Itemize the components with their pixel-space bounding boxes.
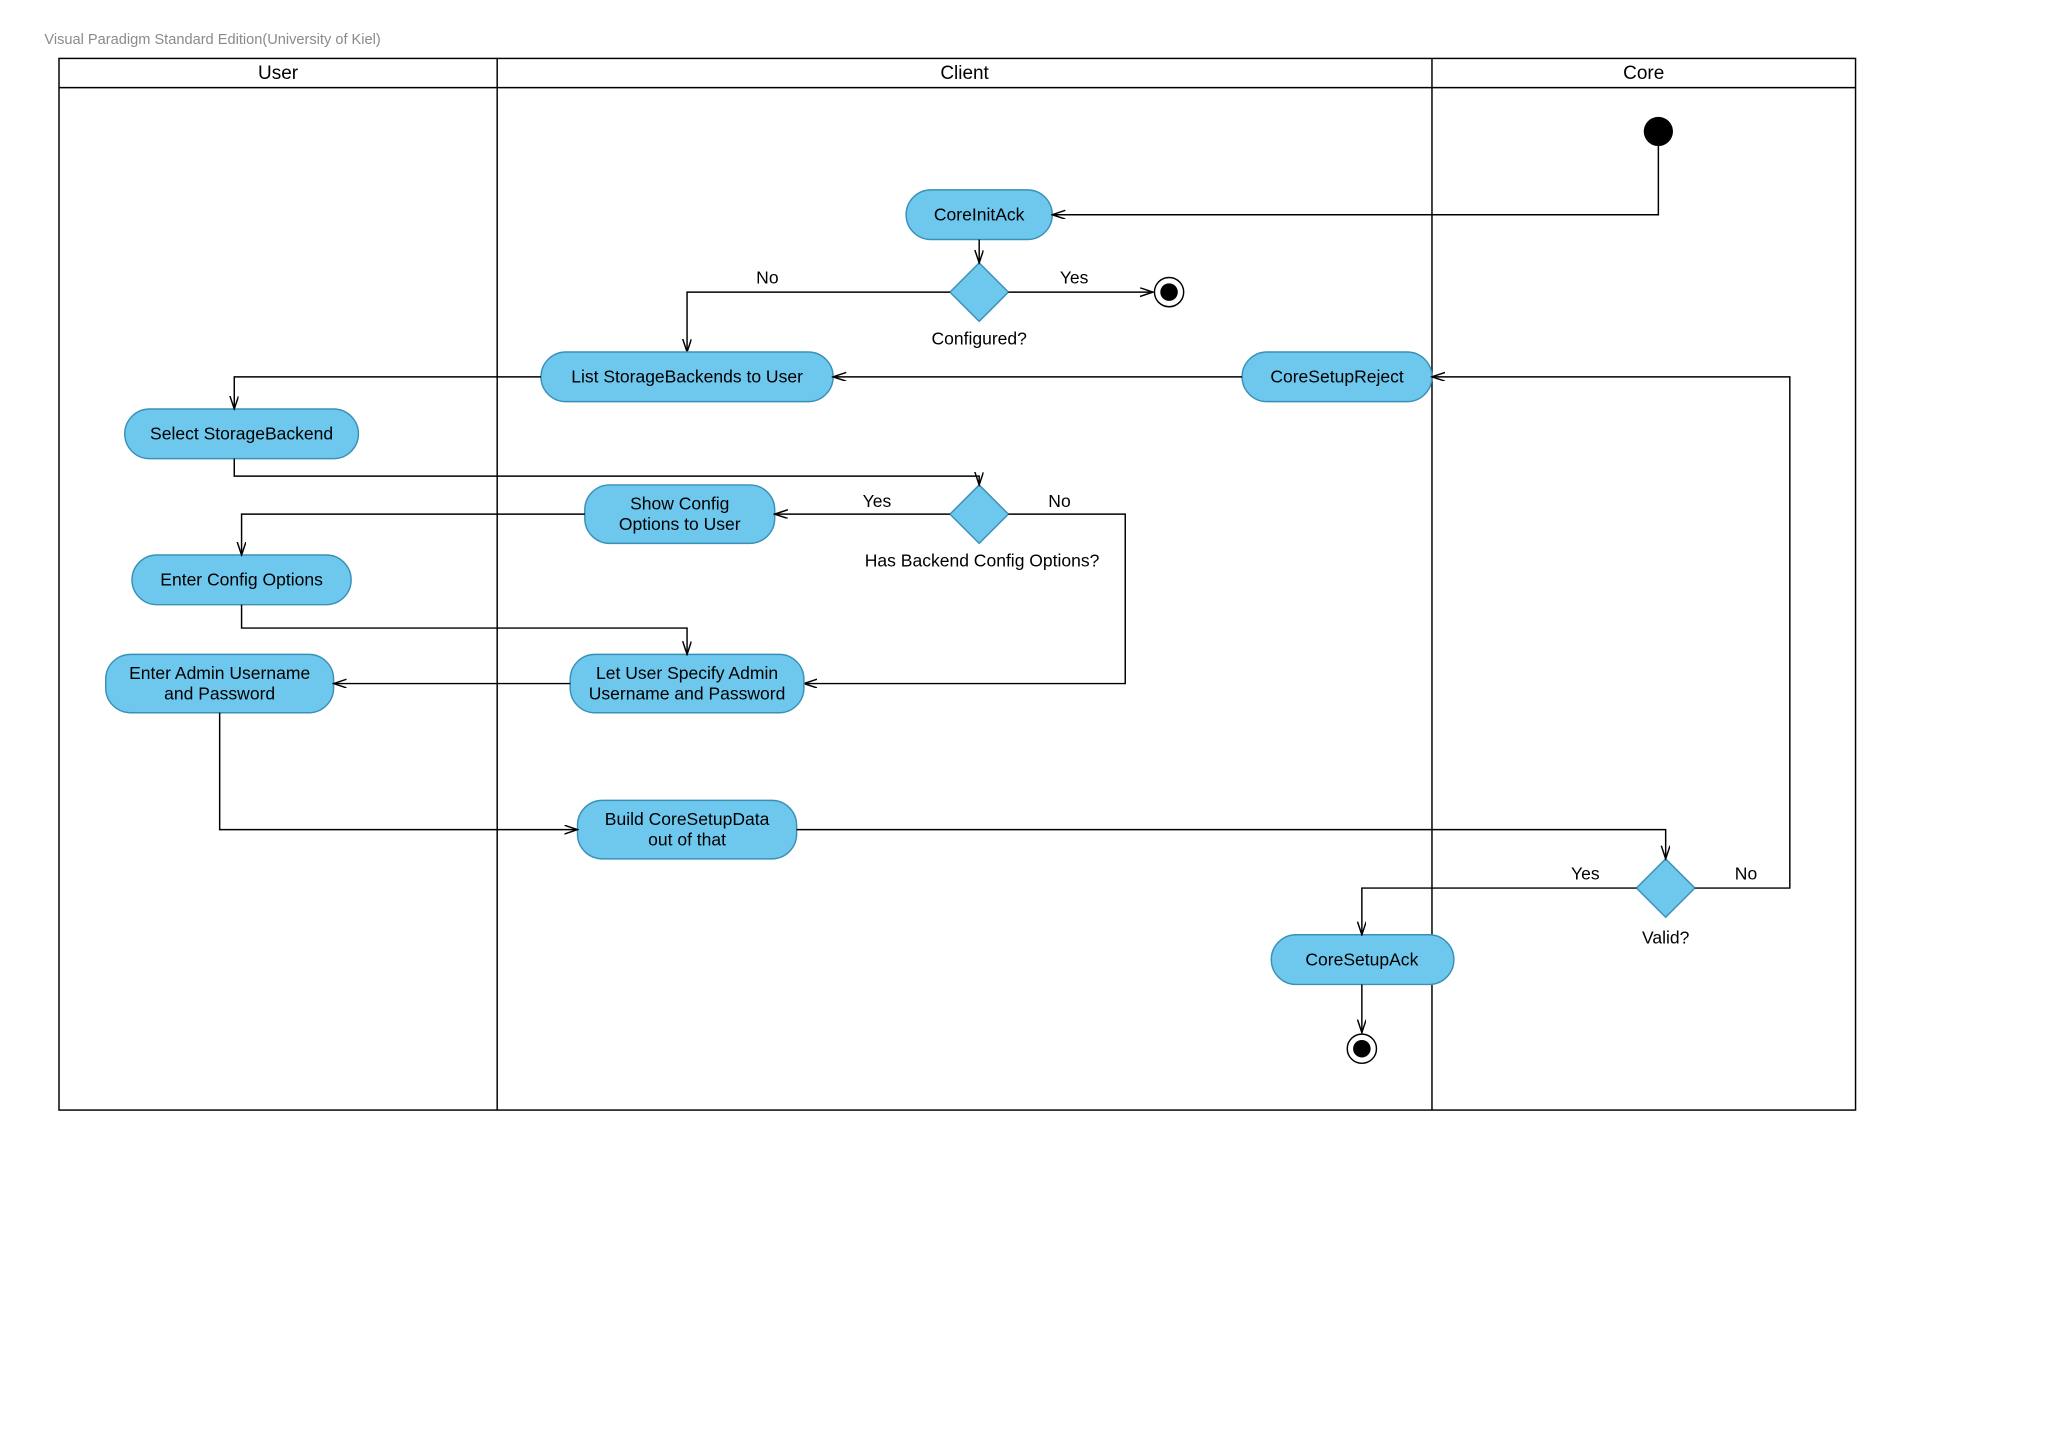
initial-node-icon <box>1644 117 1673 146</box>
activity-enter-config-options: Enter Config Options <box>132 555 351 605</box>
svg-text:Show Config: Show Config <box>630 494 729 514</box>
activity-list-storagebackends: List StorageBackends to User <box>541 352 833 402</box>
edge-enterconfig-to-letspec <box>242 605 687 655</box>
edge-list-to-select <box>234 377 541 409</box>
svg-text:Configured?: Configured? <box>931 329 1027 349</box>
lane-header-user: User <box>258 63 298 84</box>
edge-hasbackend-no <box>804 514 1125 683</box>
activity-show-config-options: Show Config Options to User <box>585 485 775 543</box>
label-configured-yes: Yes <box>1060 267 1089 287</box>
svg-text:CoreSetupReject: CoreSetupReject <box>1270 367 1404 387</box>
svg-text:List StorageBackends to User: List StorageBackends to User <box>571 367 803 387</box>
final-node-top <box>1154 278 1183 307</box>
svg-text:Username and Password: Username and Password <box>589 684 786 704</box>
edge-showconfig-to-enterconfig <box>242 514 585 555</box>
final-node-bottom <box>1347 1034 1376 1063</box>
svg-text:Has Backend Config Options?: Has Backend Config Options? <box>865 551 1100 571</box>
activity-select-storagebackend: Select StorageBackend <box>125 409 359 459</box>
svg-text:and Password: and Password <box>164 684 275 704</box>
edge-select-to-hasbackend <box>234 459 979 485</box>
decision-configured: Configured? <box>931 263 1027 349</box>
activity-coresetupack: CoreSetupAck <box>1271 935 1454 985</box>
label-hasbackend-no: No <box>1048 491 1070 511</box>
svg-text:Options to User: Options to User <box>619 514 741 534</box>
activity-enter-admin-credentials: Enter Admin Username and Password <box>106 654 334 712</box>
svg-text:out of that: out of that <box>648 830 726 850</box>
svg-text:Let User Specify Admin: Let User Specify Admin <box>596 663 778 683</box>
label-hasbackend-yes: Yes <box>863 491 892 511</box>
activity-diagram: Visual Paradigm Standard Edition(Univers… <box>0 0 2046 1446</box>
lane-header-core: Core <box>1623 63 1664 84</box>
label-valid-no: No <box>1735 863 1757 883</box>
lane-header-client: Client <box>940 63 989 84</box>
edge-valid-no <box>1432 377 1790 888</box>
activity-coreinitack: CoreInitAck <box>906 190 1052 240</box>
attribution-text: Visual Paradigm Standard Edition(Univers… <box>44 32 380 48</box>
activity-let-user-specify-admin: Let User Specify Admin Username and Pass… <box>570 654 804 712</box>
label-configured-no: No <box>756 267 778 287</box>
label-valid-yes: Yes <box>1571 863 1600 883</box>
edge-configured-no <box>687 292 950 352</box>
edge-build-to-valid <box>797 830 1666 859</box>
svg-text:Select StorageBackend: Select StorageBackend <box>150 424 333 444</box>
svg-text:Enter Config Options: Enter Config Options <box>160 570 323 590</box>
svg-text:CoreInitAck: CoreInitAck <box>934 205 1025 225</box>
activity-coresetupreject: CoreSetupReject <box>1242 352 1432 402</box>
svg-text:CoreSetupAck: CoreSetupAck <box>1305 949 1418 969</box>
svg-text:Enter Admin Username: Enter Admin Username <box>129 663 310 683</box>
activity-build-coresetupdata: Build CoreSetupData out of that <box>578 800 797 858</box>
edge-valid-yes <box>1362 888 1637 935</box>
svg-text:Build CoreSetupData: Build CoreSetupData <box>605 809 770 829</box>
edge-enteradmin-to-build <box>220 713 578 830</box>
decision-valid: Valid? <box>1636 859 1694 948</box>
svg-text:Valid?: Valid? <box>1642 928 1690 948</box>
edge-initial-to-coreinitack <box>1052 146 1658 215</box>
